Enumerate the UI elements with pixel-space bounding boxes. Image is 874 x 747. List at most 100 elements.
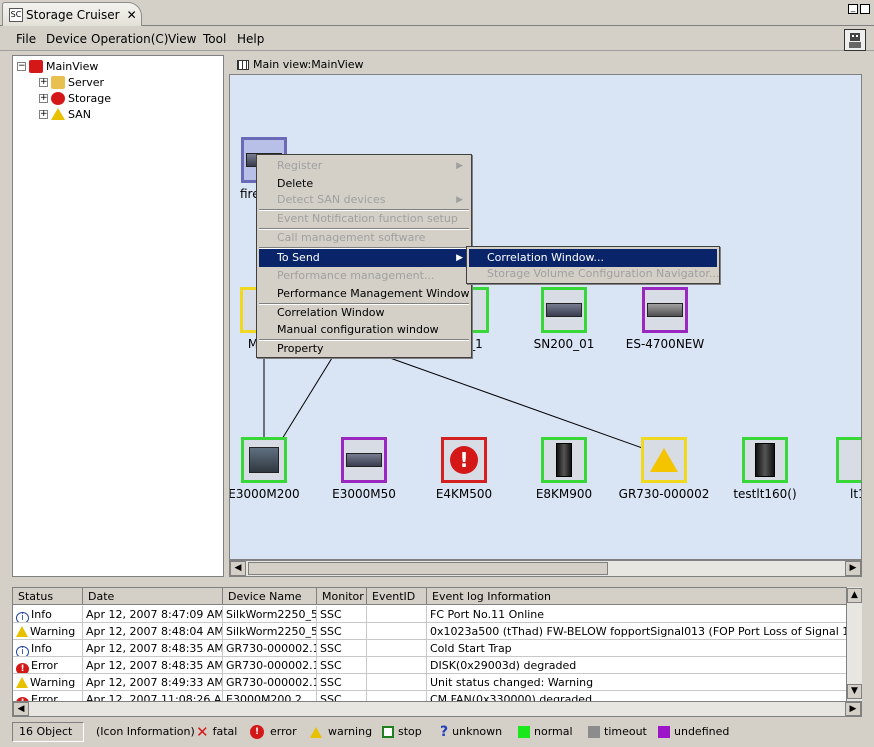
submenu-item-storage-volume-navigator[interactable]: Storage Volume Configuration Navigator..…: [469, 265, 719, 283]
device-label: E3000M50: [332, 487, 396, 501]
device-cell: GR730-000002.1: [223, 657, 317, 674]
device-node-sn200[interactable]: SN200_01: [528, 287, 600, 351]
column-header-status[interactable]: Status: [13, 588, 83, 605]
event-id-cell: [367, 640, 427, 657]
menu-view[interactable]: View: [168, 32, 196, 46]
expand-icon[interactable]: +: [39, 93, 48, 103]
expand-icon[interactable]: +: [39, 109, 48, 119]
menu-item-event-notification[interactable]: Event Notification function setup: [259, 210, 469, 228]
monitor-cell: SSC: [317, 606, 367, 623]
menu-device[interactable]: Device: [46, 32, 87, 46]
menu-item-performance-management[interactable]: Performance management...: [259, 267, 469, 285]
expand-icon[interactable]: +: [39, 77, 48, 87]
table-row[interactable]: i Info Apr 12, 2007 8:48:35 AM GR730-0000…: [13, 640, 849, 657]
menu-item-correlation-window[interactable]: Correlation Window: [259, 304, 469, 322]
object-count: 16 Object: [12, 722, 84, 742]
scroll-right-icon[interactable]: ▶: [845, 561, 861, 576]
menu-operation[interactable]: Operation(C): [91, 32, 168, 46]
legend-warning: warning: [310, 723, 372, 741]
device-node-es4700[interactable]: ES-4700NEW: [620, 287, 710, 351]
scroll-left-icon[interactable]: ◀: [13, 702, 29, 716]
event-id-cell: [367, 657, 427, 674]
column-header-event-id[interactable]: EventID: [367, 588, 427, 605]
menu-item-register[interactable]: Register ▶: [259, 157, 469, 175]
table-row[interactable]: Warning Apr 12, 2007 8:49:33 AM GR730-00…: [13, 674, 849, 691]
scroll-down-icon[interactable]: ▼: [847, 684, 862, 699]
robot-icon[interactable]: [844, 29, 866, 51]
canvas-horizontal-scrollbar[interactable]: ◀ ▶: [229, 560, 862, 577]
device-status-frame: [642, 287, 688, 333]
date-cell: Apr 12, 2007 8:48:35 AM: [83, 640, 223, 657]
device-node-e4km500[interactable]: ! E4KM500: [424, 437, 504, 501]
storage-tower-icon: [556, 443, 572, 477]
warning-icon: [16, 626, 28, 637]
collapse-icon[interactable]: −: [17, 61, 26, 71]
device-node-lt1[interactable]: lt1: [836, 437, 861, 501]
legend-stop: stop: [382, 723, 422, 741]
maximize-icon[interactable]: [860, 4, 870, 14]
tree-item-server[interactable]: + Server: [39, 74, 104, 90]
monitor-cell: SSC: [317, 623, 367, 640]
info-cell: Unit status changed: Warning: [427, 674, 849, 691]
table-row[interactable]: ! Error Apr 12, 2007 8:48:35 AM GR730-000…: [13, 657, 849, 674]
menu-item-detect-san[interactable]: Detect SAN devices ▶: [259, 191, 469, 209]
device-label: lt1: [850, 487, 861, 501]
warning-icon: [310, 726, 322, 738]
submenu-arrow-icon: ▶: [456, 161, 463, 171]
scroll-left-icon[interactable]: ◀: [230, 561, 246, 576]
device-node-e3000m200[interactable]: E3000M200: [229, 437, 304, 501]
menu-item-to-send[interactable]: To Send ▶: [259, 249, 469, 267]
warning-icon: [16, 677, 28, 688]
unknown-icon: ?: [440, 724, 449, 740]
status-cell: i Info: [13, 640, 83, 657]
app-tab[interactable]: SC Storage Cruiser ✕: [2, 2, 142, 26]
monitor-cell: SSC: [317, 640, 367, 657]
device-status-frame: [836, 437, 861, 483]
menu-item-property[interactable]: Property: [259, 340, 469, 358]
event-table-horizontal-scrollbar[interactable]: ◀ ▶: [12, 701, 862, 717]
device-cell: SilkWorm2250_5: [223, 623, 317, 640]
event-id-cell: [367, 674, 427, 691]
main-view-header: Main view:MainView: [229, 55, 862, 74]
column-header-date[interactable]: Date: [83, 588, 223, 605]
column-header-device-name[interactable]: Device Name: [223, 588, 317, 605]
storage-rack-icon: [249, 447, 279, 473]
device-node-testlt160[interactable]: testlt160(): [724, 437, 806, 501]
device-node-e8km900[interactable]: E8KM900: [524, 437, 604, 501]
menu-item-call-management[interactable]: Call management software: [259, 229, 469, 247]
column-header-monitor[interactable]: Monitor: [317, 588, 367, 605]
warning-icon: [650, 448, 678, 472]
event-table-vertical-scrollbar[interactable]: ▲ ▼: [846, 587, 862, 701]
date-cell: Apr 12, 2007 8:48:35 AM: [83, 657, 223, 674]
scroll-up-icon[interactable]: ▲: [847, 588, 862, 603]
device-node-gr730[interactable]: GR730-000002: [614, 437, 714, 501]
minimize-icon[interactable]: _: [848, 4, 858, 14]
menu-item-performance-window[interactable]: Performance Management Window: [259, 285, 470, 303]
legend-undefined: undefined: [658, 723, 729, 741]
tree-item-storage[interactable]: + Storage: [39, 90, 111, 106]
device-label: E3000M200: [229, 487, 300, 501]
legend-normal: normal: [518, 723, 573, 741]
main-view-title: Main view:MainView: [253, 58, 364, 71]
device-status-frame: [641, 437, 687, 483]
tree-panel: − MainView + Server + Storage + SAN: [12, 55, 224, 577]
scrollbar-thumb[interactable]: [248, 562, 608, 575]
menu-tool[interactable]: Tool: [203, 32, 226, 46]
scroll-right-icon[interactable]: ▶: [845, 702, 861, 716]
menu-help[interactable]: Help: [237, 32, 264, 46]
window-controls: _: [848, 4, 870, 14]
table-row[interactable]: i Info Apr 12, 2007 8:47:09 AM SilkWorm22…: [13, 606, 849, 623]
table-row[interactable]: Warning Apr 12, 2007 8:48:04 AM SilkWorm…: [13, 623, 849, 640]
device-status-frame: [742, 437, 788, 483]
tree-item-label: Storage: [68, 91, 112, 105]
menu-file[interactable]: File: [16, 32, 36, 46]
legend-unknown: ? unknown: [440, 724, 503, 740]
device-node-e3000m50[interactable]: E3000M50: [324, 437, 404, 501]
column-header-event-info[interactable]: Event log Information: [427, 588, 847, 605]
tree-item-san[interactable]: + SAN: [39, 106, 91, 122]
menu-item-manual-configuration[interactable]: Manual configuration window: [259, 321, 469, 339]
tree-root[interactable]: − MainView: [17, 58, 98, 74]
fatal-icon: ✕: [196, 723, 209, 741]
storage-icon: [346, 453, 382, 467]
close-tab-icon[interactable]: ✕: [127, 8, 137, 22]
